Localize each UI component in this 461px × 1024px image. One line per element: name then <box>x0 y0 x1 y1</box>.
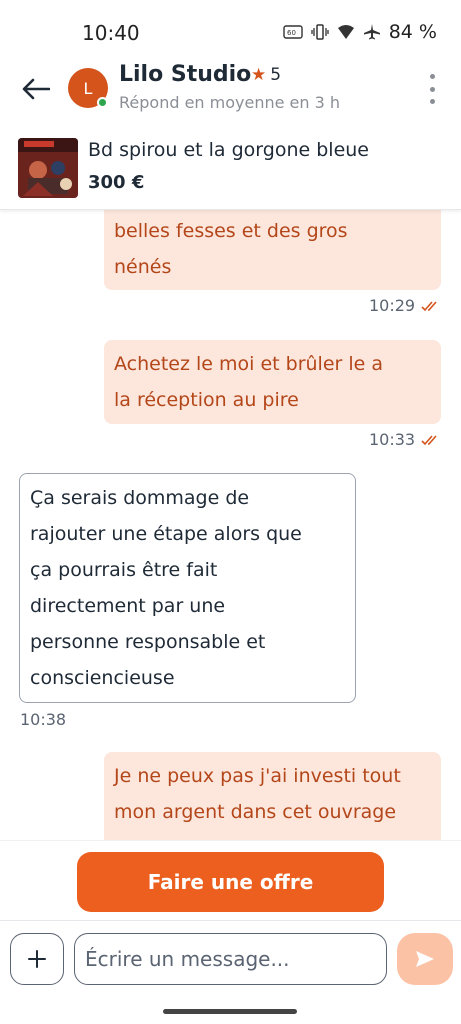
message-composer: Écrire un message... <box>0 920 461 1000</box>
send-button[interactable] <box>397 933 453 985</box>
sent-message[interactable]: Je ne peux pas j'ai investi tout mon arg… <box>104 752 441 840</box>
product-price: 300 € <box>88 172 145 193</box>
hd-voice-icon: 60 <box>283 24 303 40</box>
vibrate-icon <box>311 24 329 40</box>
make-offer-button[interactable]: Faire une offre <box>77 852 384 912</box>
message-time: 10:29 <box>369 296 416 315</box>
received-message[interactable]: Ça serais dommage de rajouter une étape … <box>19 473 356 703</box>
back-button[interactable] <box>18 74 54 104</box>
message-text-line: Ça serais dommage de <box>30 487 250 509</box>
rating-value: 5 <box>270 65 282 85</box>
double-check-icon <box>421 300 437 311</box>
online-status-indicator <box>97 97 108 108</box>
airplane-mode-icon <box>363 23 381 41</box>
message-text-line: mon argent dans cet ouvrage <box>114 801 397 823</box>
sent-message[interactable]: Achetez le moi et brûler le a la récepti… <box>104 340 441 424</box>
message-meta: 10:29 <box>369 296 439 315</box>
status-icons: 60 84 % <box>283 21 437 43</box>
product-thumbnail <box>18 138 78 198</box>
message-text-line: rajouter une étape alors que <box>30 523 302 545</box>
message-meta: 10:38 <box>20 710 66 729</box>
status-bar: 10:40 60 84 % <box>0 0 461 62</box>
sent-message[interactable]: belles fesses et des gros nénés <box>104 210 441 290</box>
add-attachment-button[interactable] <box>10 933 64 985</box>
message-text-line: la réception au pire <box>114 389 299 411</box>
product-title: Bd spirou et la gorgone bleue <box>88 139 369 161</box>
plus-icon <box>28 950 46 968</box>
message-text-line: ça pourrais être fait <box>30 559 218 581</box>
message-text-line: nénés <box>114 256 172 278</box>
message-text-line: belles fesses et des gros <box>114 220 348 242</box>
message-text-line: consciencieuse <box>30 667 175 689</box>
seller-rating: ★ 5 <box>251 65 281 85</box>
message-input[interactable]: Écrire un message... <box>74 933 387 985</box>
status-time: 10:40 <box>82 21 140 45</box>
more-options-icon[interactable] <box>427 74 437 104</box>
message-text-line: directement par une <box>30 595 226 617</box>
conversation-header: L Lilo Studio ★ 5 Répond en moyenne en 3… <box>0 62 461 128</box>
wifi-icon <box>337 24 355 40</box>
double-check-icon <box>421 434 437 445</box>
seller-name[interactable]: Lilo Studio <box>119 62 251 87</box>
battery-level: 84 % <box>388 21 437 43</box>
message-text-line: Je ne peux pas j'ai investi tout <box>114 765 401 787</box>
arrow-left-icon <box>22 78 50 100</box>
svg-text:60: 60 <box>287 29 296 37</box>
message-text-line: Achetez le moi et brûler le a <box>114 353 384 375</box>
response-time: Répond en moyenne en 3 h <box>119 93 341 112</box>
home-indicator[interactable] <box>163 1009 297 1014</box>
send-icon <box>416 951 434 967</box>
message-time: 10:33 <box>369 430 416 449</box>
offer-bar: Faire une offre <box>0 840 461 920</box>
message-text-line: personne responsable et <box>30 631 266 653</box>
avatar-letter: L <box>83 78 93 98</box>
message-meta: 10:33 <box>369 430 439 449</box>
message-time: 10:38 <box>20 710 67 729</box>
message-input-placeholder: Écrire un message... <box>85 947 290 971</box>
star-icon: ★ <box>251 65 267 85</box>
message-list[interactable]: belles fesses et des gros nénés 10:29 Ac… <box>0 210 461 840</box>
product-summary[interactable]: Bd spirou et la gorgone bleue 300 € <box>0 128 461 210</box>
